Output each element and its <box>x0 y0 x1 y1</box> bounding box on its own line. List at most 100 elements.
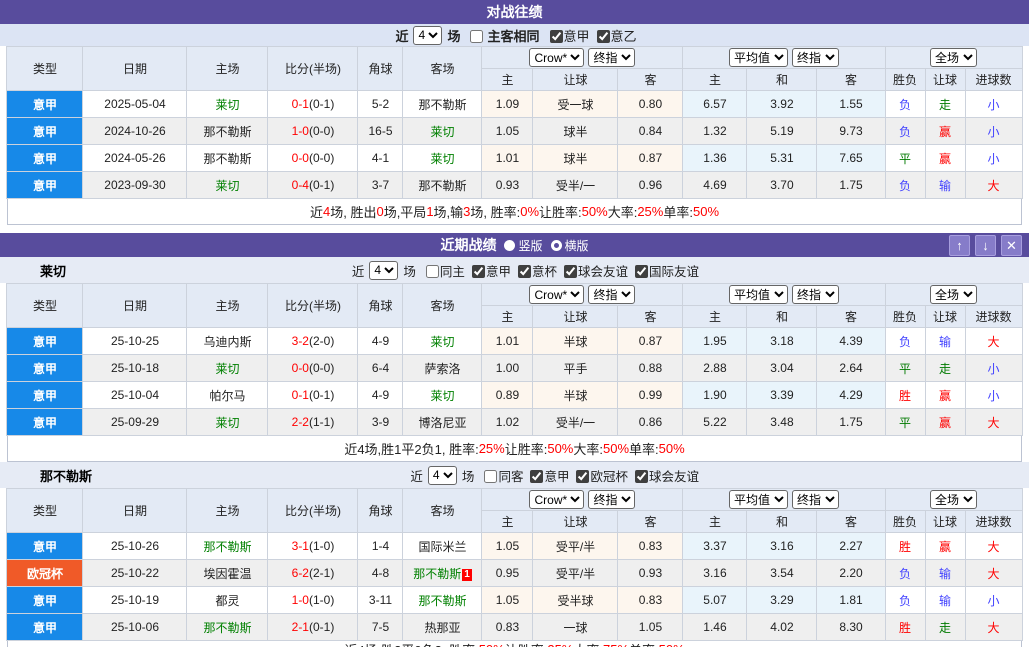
sub-col-header: 主 <box>481 305 534 328</box>
avg-away: 8.30 <box>816 613 886 641</box>
filter-checkbox-球会友谊[interactable]: 球会友谊 <box>557 261 628 280</box>
match-date: 25-10-26 <box>82 532 188 560</box>
sub-col-header: 客 <box>816 510 886 533</box>
score-cell: 0-0(0-0) <box>267 144 359 172</box>
match-date: 25-10-18 <box>82 354 188 382</box>
final-index-select-2[interactable]: 终指 <box>791 48 839 67</box>
result-handicap: 输 <box>924 586 966 614</box>
checkbox-checked[interactable] <box>634 264 648 278</box>
average-select[interactable]: 平均值 <box>728 490 788 509</box>
home-team-name: 帕尔马 <box>209 388 246 403</box>
filter-checkbox-意甲[interactable]: 意甲 <box>465 261 511 280</box>
filter-checkbox-意乙[interactable]: 意乙 <box>590 26 637 45</box>
checkbox-checked[interactable] <box>517 264 531 278</box>
league-badge: 意甲 <box>6 408 84 436</box>
final-index-select[interactable]: 终指 <box>588 48 636 67</box>
odds-away: 0.83 <box>617 586 684 614</box>
checkbox-checked[interactable] <box>530 469 544 483</box>
napoli-table-container: 类型 日期 主场 比分(半场) 角球 客场 Crow* 终指 平均值 终指 全场主让球客主和客胜负让… <box>0 488 1029 641</box>
recent-count-select[interactable]: 4 <box>369 260 399 280</box>
result-goals: 小 <box>964 90 1023 118</box>
average-select[interactable]: 平均值 <box>728 48 788 67</box>
final-index-select-2[interactable]: 终指 <box>791 285 839 304</box>
halftime-score: (1-0) <box>308 593 335 607</box>
bookmaker-select[interactable]: Crow* <box>529 490 585 509</box>
avg-home: 3.37 <box>682 532 748 560</box>
close-button[interactable]: ✕ <box>1001 235 1022 256</box>
fulltime-score: 3-1 <box>291 539 309 553</box>
layout-radio-horizontal[interactable]: 横版 <box>550 237 589 254</box>
checkbox-checked[interactable] <box>634 469 648 483</box>
home-team: 那不勒斯 <box>186 613 269 641</box>
recent-count-select[interactable]: 4 <box>413 25 443 45</box>
away-team-name: 那不勒斯 <box>418 593 467 608</box>
away-team-name: 国际米兰 <box>418 539 467 554</box>
filter-checkbox-同主[interactable]: 同主 <box>419 261 465 280</box>
odds-away: 0.96 <box>617 171 684 199</box>
corner-count: 4-1 <box>357 144 404 172</box>
filter-checkbox-意甲[interactable]: 意甲 <box>543 26 590 45</box>
sub-col-header: 进球数 <box>964 510 1023 533</box>
result-wdl: 胜 <box>884 381 926 409</box>
match-row: 意甲 25-10-26 那不勒斯 3-1(1-0) 1-4 国际米兰 1.05 受平/半 0.8… <box>6 532 1023 560</box>
away-team-name: 那不勒斯 <box>418 178 467 193</box>
filter-checkbox-球会友谊[interactable]: 球会友谊 <box>628 466 699 485</box>
col-header: 主场 <box>186 46 269 91</box>
home-team: 那不勒斯 <box>186 532 269 560</box>
filter-checkbox-主客相同[interactable]: 主客相同 <box>463 26 542 45</box>
col-header: 客场 <box>402 488 483 533</box>
bookmaker-select[interactable]: Crow* <box>529 48 585 67</box>
bookmaker-select[interactable]: Crow* <box>529 285 585 304</box>
checkbox-unchecked[interactable] <box>484 469 498 483</box>
h2h-filter-row: 近 4 场 主客相同 意甲 意乙 <box>0 24 1029 46</box>
filter-checkbox-意甲[interactable]: 意甲 <box>523 466 569 485</box>
checkbox-checked[interactable] <box>576 469 590 483</box>
layout-radio-vertical[interactable]: 竖版 <box>504 237 543 254</box>
checkbox-unchecked[interactable] <box>425 264 439 278</box>
checkbox-checked[interactable] <box>563 264 577 278</box>
scroll-down-button[interactable]: ↓ <box>975 235 996 256</box>
result-handicap: 输 <box>924 559 966 587</box>
result-wdl: 负 <box>884 586 926 614</box>
score-cell: 0-1(0-1) <box>267 381 359 409</box>
average-select[interactable]: 平均值 <box>728 285 788 304</box>
avg-home: 6.57 <box>682 90 748 118</box>
radio-vertical-label: 竖版 <box>518 238 543 253</box>
avg-draw: 3.70 <box>746 171 818 199</box>
result-handicap-value: 赢 <box>938 539 951 554</box>
result-wdl: 负 <box>884 171 926 199</box>
result-handicap-value: 赢 <box>938 151 951 166</box>
checkbox-checked[interactable] <box>549 29 563 43</box>
filter-checkbox-意杯[interactable]: 意杯 <box>511 261 557 280</box>
filter-checkbox-国际友谊[interactable]: 国际友谊 <box>628 261 699 280</box>
result-goals-value: 大 <box>987 178 1000 193</box>
checkbox-unchecked[interactable] <box>470 29 484 43</box>
result-wdl-value: 负 <box>898 124 911 139</box>
corner-count: 3-11 <box>357 586 404 614</box>
scroll-up-button[interactable]: ↑ <box>949 235 970 256</box>
home-team-name: 莱切 <box>215 178 240 193</box>
corner-count: 7-5 <box>357 613 404 641</box>
summary-part: 单率: <box>663 205 693 220</box>
match-row: 意甲 25-10-25 乌迪内斯 3-2(2-0) 4-9 莱切 1.01 半球 0.87 1.9… <box>6 327 1023 355</box>
checkbox-checked[interactable] <box>471 264 485 278</box>
odds-away: 0.99 <box>617 381 684 409</box>
score-cell: 0-0(0-0) <box>267 354 359 382</box>
fulltime-select[interactable]: 全场 <box>930 48 977 67</box>
recent-count-select[interactable]: 4 <box>427 465 457 485</box>
final-index-select-2[interactable]: 终指 <box>791 490 839 509</box>
final-index-select[interactable]: 终指 <box>588 490 636 509</box>
fulltime-score: 0-0 <box>291 361 309 375</box>
fulltime-select[interactable]: 全场 <box>930 285 977 304</box>
fulltime-select[interactable]: 全场 <box>930 490 977 509</box>
league-badge: 意甲 <box>6 354 84 382</box>
sub-col-header: 让球 <box>532 510 619 533</box>
summary-part: 50% <box>581 204 608 219</box>
result-goals-value: 大 <box>987 334 1000 349</box>
filter-checkbox-欧冠杯[interactable]: 欧冠杯 <box>569 466 628 485</box>
filter-checkbox-同客[interactable]: 同客 <box>477 466 523 485</box>
sub-col-header: 让球 <box>532 68 619 91</box>
final-index-select[interactable]: 终指 <box>588 285 636 304</box>
checkbox-label: 球会友谊 <box>577 264 628 279</box>
checkbox-checked[interactable] <box>596 29 610 43</box>
